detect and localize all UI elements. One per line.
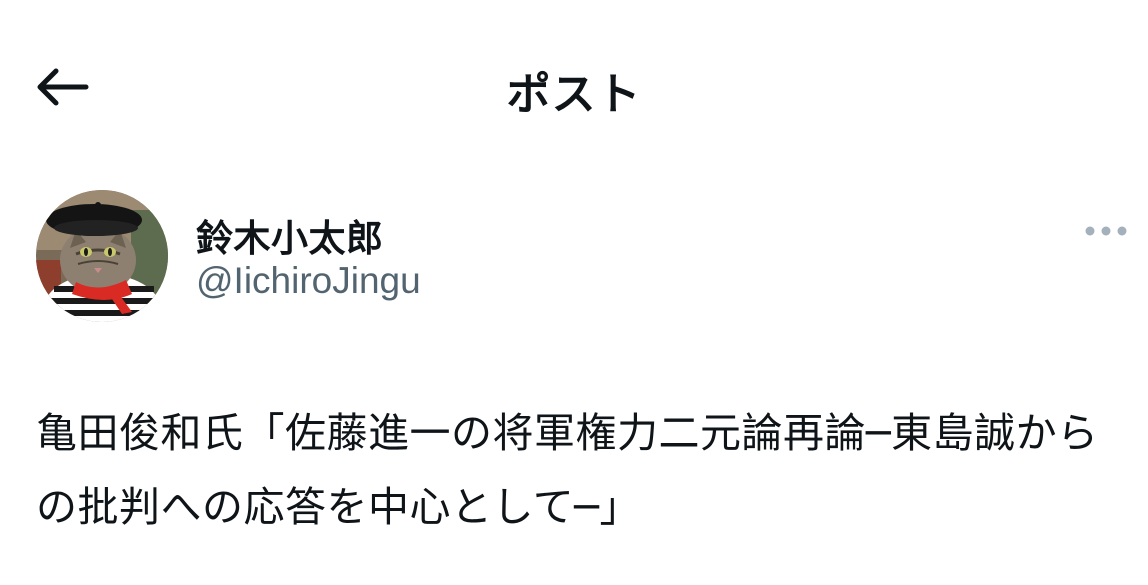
post-body-text: 亀田俊和氏「佐藤進一の将軍権力二元論再論─東島誠からの批判への応答を中心として─…: [36, 409, 1099, 531]
avatar[interactable]: [36, 190, 168, 322]
user-handle[interactable]: @IichiroJingu: [196, 260, 421, 302]
more-horizontal-icon: [1084, 222, 1128, 241]
post-author: 鈴木小太郎 @IichiroJingu: [36, 190, 1127, 325]
display-name[interactable]: 鈴木小太郎: [196, 208, 384, 262]
more-options-button[interactable]: [1076, 216, 1136, 246]
page-title: ポスト: [506, 69, 642, 120]
post-header: ポスト: [0, 0, 1148, 180]
cat-in-beret-avatar: [36, 190, 168, 322]
